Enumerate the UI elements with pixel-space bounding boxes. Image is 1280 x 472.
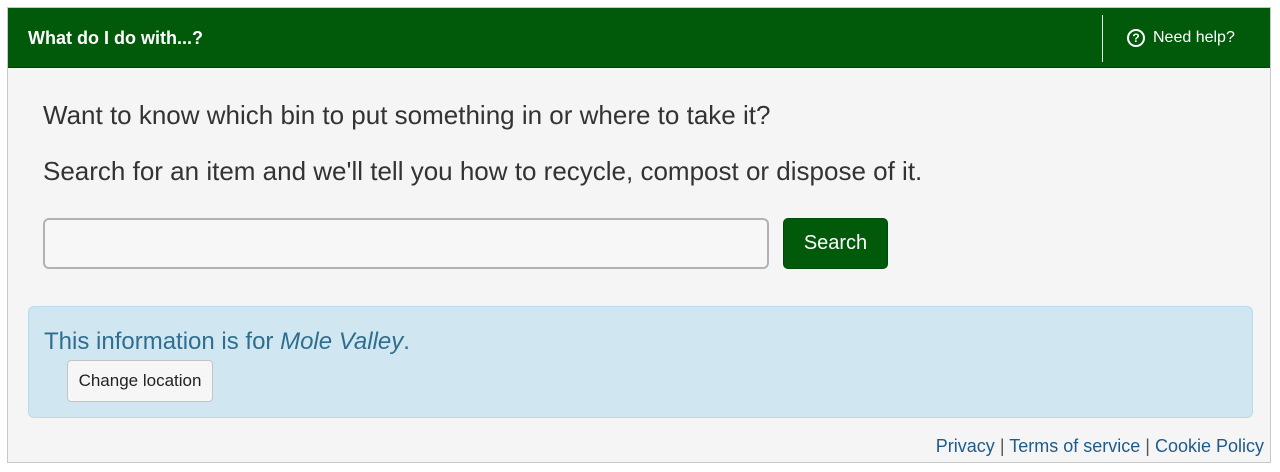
- footer-links: Privacy | Terms of service | Cookie Poli…: [936, 435, 1264, 457]
- terms-of-service-link[interactable]: Terms of service: [1009, 436, 1140, 456]
- footer-separator: |: [999, 436, 1005, 456]
- header-divider: [1102, 15, 1103, 62]
- location-info-box: This information is for Mole Valley. Cha…: [28, 306, 1253, 418]
- intro-question: Want to know which bin to put something …: [43, 100, 771, 130]
- header-bar: What do I do with...? ? Need help?: [8, 8, 1270, 68]
- recycling-widget: What do I do with...? ? Need help? Want …: [7, 7, 1271, 463]
- location-suffix: .: [403, 328, 410, 355]
- search-button[interactable]: Search: [783, 218, 888, 269]
- location-name: Mole Valley: [280, 328, 404, 355]
- location-prefix: This information is for: [44, 328, 281, 355]
- change-location-button[interactable]: Change location: [67, 360, 213, 402]
- need-help-label: Need help?: [1153, 29, 1235, 46]
- widget-title: What do I do with...?: [28, 28, 203, 48]
- search-input[interactable]: [43, 218, 769, 269]
- privacy-link[interactable]: Privacy: [936, 436, 995, 456]
- footer-separator: |: [1145, 436, 1150, 456]
- intro-instructions: Search for an item and we'll tell you ho…: [43, 156, 923, 186]
- need-help-link[interactable]: ? Need help?: [1127, 27, 1235, 49]
- cookie-policy-link[interactable]: Cookie Policy: [1155, 436, 1264, 456]
- location-text: This information is for Mole Valley.: [44, 328, 410, 356]
- question-circle-icon: ?: [1127, 29, 1145, 47]
